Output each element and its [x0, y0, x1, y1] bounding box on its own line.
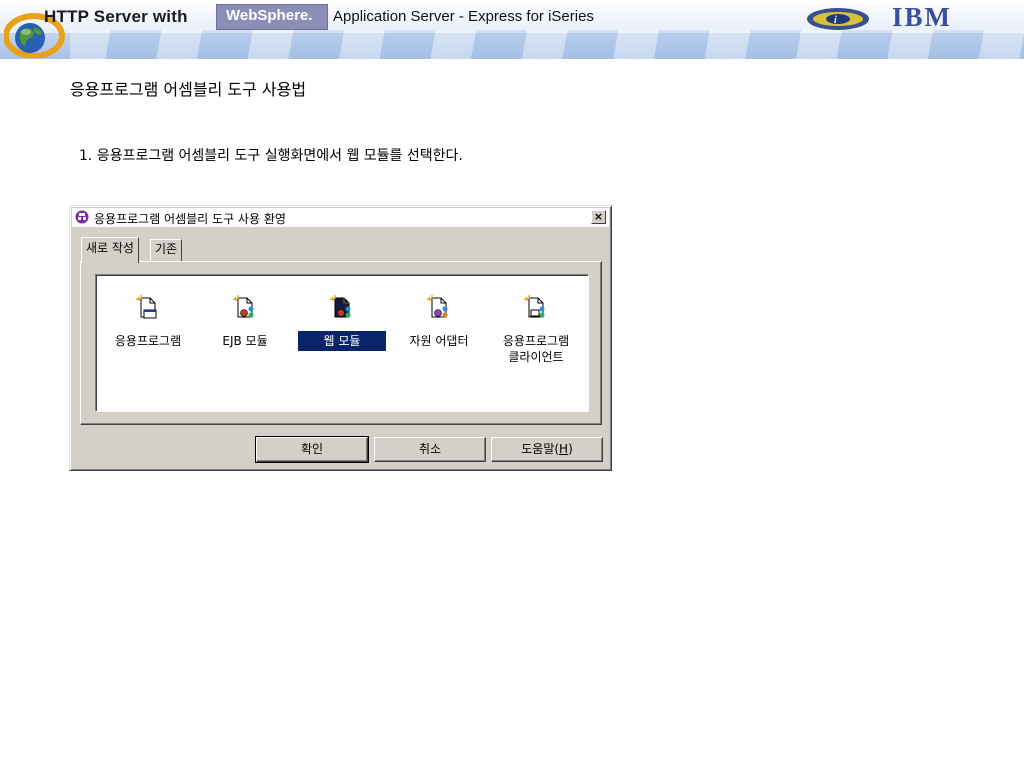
iseries-logo-icon: i: [807, 8, 869, 30]
wizard-item-web-module[interactable]: 웹 모듈: [292, 295, 392, 351]
wizard-item-label: 웹 모듈: [297, 331, 387, 351]
svg-text:i: i: [834, 15, 837, 26]
tab-panel: 응용프로그램 EJB 모듈 웹 모듈 자원 어댑터 응용프로그램 클라이언트: [80, 261, 602, 425]
banner-title: HTTP Server with: [44, 7, 188, 26]
ok-button[interactable]: 확인: [256, 437, 368, 462]
wizard-item-label: EJB 모듈: [222, 334, 268, 348]
application-icon: [135, 295, 157, 319]
tab-new[interactable]: 새로 작성: [81, 237, 139, 263]
tab-existing-label: 기존: [155, 242, 178, 256]
dialog-titlebar[interactable]: 응용프로그램 어셈블리 도구 사용 환영 ×: [72, 208, 609, 228]
header-banner: HTTP Server with WebSphere. Application …: [0, 0, 1024, 59]
dialog-title: 응용프로그램 어셈블리 도구 사용 환영: [94, 212, 286, 226]
ok-button-label: 확인: [300, 442, 324, 456]
wizard-item-label: 자원 어댑터: [409, 334, 469, 348]
web-module-icon: [329, 295, 351, 318]
resource-adapter-icon: [426, 295, 448, 318]
application-client-icon: [523, 295, 545, 318]
tab-new-label: 새로 작성: [86, 241, 134, 255]
tab-existing[interactable]: 기존: [150, 239, 183, 261]
welcome-dialog: 응용프로그램 어셈블리 도구 사용 환영 × 새로 작성 기존 응용프로그램 E…: [69, 205, 612, 471]
wizard-item-ejb-module[interactable]: EJB 모듈: [195, 295, 295, 351]
help-button-label: 도움말(: [521, 442, 560, 456]
help-button-label-end: ): [568, 442, 573, 456]
help-button[interactable]: 도움말(H): [491, 437, 603, 462]
ibm-logo: IBM: [892, 2, 952, 32]
wizard-item-application-client[interactable]: 응용프로그램 클라이언트: [486, 295, 586, 367]
app-assembly-icon: [75, 210, 89, 224]
wizard-item-resource-adapter[interactable]: 자원 어댑터: [389, 295, 489, 351]
cancel-button-label: 취소: [418, 442, 442, 456]
wizard-icon-list: 응용프로그램 EJB 모듈 웹 모듈 자원 어댑터 응용프로그램 클라이언트: [95, 274, 589, 412]
banner-decoration: [70, 30, 1024, 59]
wizard-item-label: 응용프로그램: [114, 334, 182, 348]
wizard-item-label: 응용프로그램 클라이언트: [502, 334, 570, 364]
ejb-module-icon: [232, 295, 254, 318]
close-icon: ×: [593, 210, 604, 223]
close-button[interactable]: ×: [591, 210, 606, 224]
wizard-item-application[interactable]: 응용프로그램: [98, 295, 198, 351]
cancel-button[interactable]: 취소: [374, 437, 486, 462]
websphere-brand: WebSphere.: [226, 7, 313, 24]
banner-subtitle: Application Server - Express for iSeries: [333, 8, 594, 25]
page-title: 응용프로그램 어셈블리 도구 사용법: [70, 80, 307, 99]
help-mnemonic: H: [559, 442, 569, 456]
step-instruction: 1. 응용프로그램 어셈블리 도구 실행화면에서 웹 모듈를 선택한다.: [79, 148, 463, 164]
